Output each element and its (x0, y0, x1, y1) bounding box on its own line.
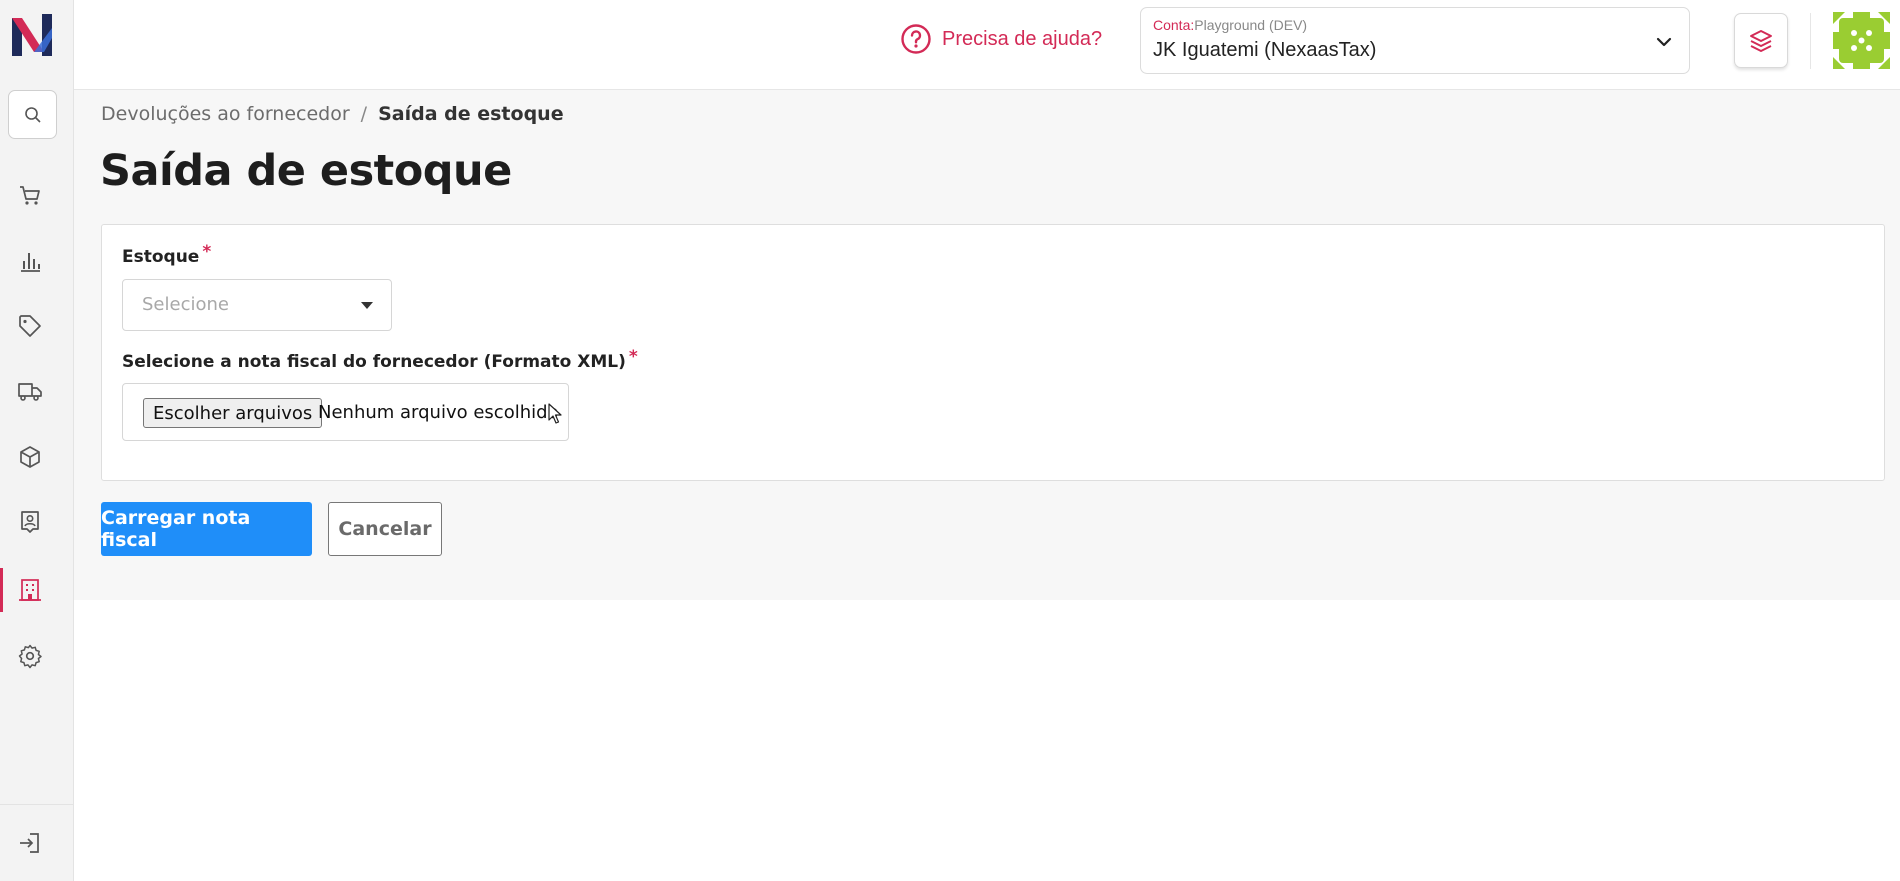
search-icon (24, 106, 41, 123)
sidebar-item-company[interactable] (0, 570, 60, 610)
search-button[interactable] (8, 90, 57, 139)
sidebar-item-shipping[interactable] (0, 371, 60, 411)
sidebar-item-cart[interactable] (0, 175, 60, 215)
file-label-text: Selecione a nota fiscal do fornecedor (F… (122, 352, 626, 372)
stock-select-placeholder: Selecione (142, 294, 229, 315)
file-input[interactable]: Escolher arquivos Nenhum arquivo escolhi… (122, 383, 569, 441)
caret-down-icon (361, 302, 373, 309)
account-caption-key: Conta: (1153, 17, 1195, 33)
gear-icon (18, 644, 42, 669)
form-card: Estoque * Selecione Selecione a nota fisc… (101, 224, 1885, 481)
sidebar (0, 0, 74, 881)
layers-button[interactable] (1734, 13, 1788, 68)
avatar[interactable] (1833, 12, 1890, 69)
breadcrumb-current: Saída de estoque (378, 103, 564, 125)
stock-label: Estoque * (122, 242, 211, 267)
file-status: Nenhum arquivo escolhido (318, 402, 559, 423)
sidebar-item-settings[interactable] (0, 636, 60, 676)
breadcrumb-separator: / (360, 103, 368, 125)
file-label: Selecione a nota fiscal do fornecedor (F… (122, 347, 638, 372)
tag-icon (19, 315, 41, 337)
chevron-down-icon (1656, 37, 1672, 47)
cancel-button[interactable]: Cancelar (328, 502, 442, 556)
help-link[interactable]: Precisa de ajuda? (900, 22, 1102, 56)
logout-button[interactable] (0, 823, 60, 863)
required-marker: * (202, 242, 212, 262)
layers-icon (1750, 29, 1772, 52)
sidebar-footer (0, 804, 74, 881)
sidebar-item-products[interactable] (0, 437, 60, 477)
help-text: Precisa de ajuda? (942, 27, 1103, 50)
logout-icon (20, 833, 39, 853)
top-header: Precisa de ajuda? Conta:Playground (DEV)… (74, 0, 1900, 90)
building-icon (19, 579, 41, 601)
sidebar-item-reports[interactable] (0, 241, 60, 281)
account-value: JK Iguatemi (NexaasTax) (1153, 39, 1377, 61)
logo[interactable] (10, 12, 54, 58)
sidebar-item-contacts[interactable] (0, 502, 60, 542)
contact-icon (21, 511, 39, 533)
bar-chart-icon (21, 253, 40, 272)
account-caption-value: Playground (DEV) (1194, 17, 1308, 33)
stock-label-text: Estoque (122, 247, 200, 267)
page-title: Saída de estoque (100, 146, 512, 196)
box-icon (20, 446, 40, 468)
upload-invoice-button[interactable]: Carregar nota fiscal (101, 502, 312, 556)
stock-select[interactable]: Selecione (122, 279, 392, 331)
breadcrumb-parent-link[interactable]: Devoluções ao fornecedor (101, 103, 350, 125)
header-divider (1810, 13, 1811, 69)
required-marker: * (628, 347, 638, 367)
mouse-cursor-icon (548, 403, 562, 424)
truck-icon (18, 383, 42, 401)
cart-icon (20, 186, 40, 205)
account-selector[interactable]: Conta:Playground (DEV) JK Iguatemi (Nexa… (1140, 7, 1690, 74)
account-caption: Conta:Playground (DEV) (1153, 17, 1307, 33)
breadcrumb: Devoluções ao fornecedor / Saída de esto… (101, 103, 564, 125)
sidebar-item-tags[interactable] (0, 306, 60, 346)
choose-files-button[interactable]: Escolher arquivos (143, 398, 323, 428)
help-icon (901, 24, 931, 54)
